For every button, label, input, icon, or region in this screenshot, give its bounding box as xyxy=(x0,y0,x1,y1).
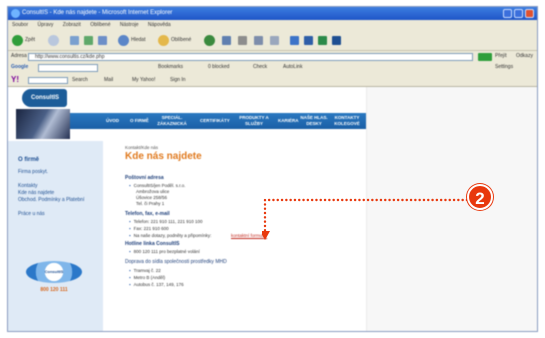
google-toolbar: Google Bookmarks 0 blocked Check AutoLin… xyxy=(8,62,537,73)
sidebar-link-prace[interactable]: Práce u nás xyxy=(18,211,45,217)
nav-produkty[interactable]: PRODUKTY A SLUŽBY xyxy=(236,115,272,127)
minimize-button[interactable] xyxy=(503,9,512,18)
nav-kariera[interactable]: KARIÉRA xyxy=(278,118,299,124)
window-title: ConsultIS - Kde nás najdete - Microsoft … xyxy=(22,10,173,16)
yahoo-search-button[interactable]: Search xyxy=(72,73,88,87)
menu-item-upravy[interactable]: Úpravy xyxy=(38,22,54,28)
yahoo-mail-button[interactable]: Mail xyxy=(104,73,113,87)
messenger-icon[interactable] xyxy=(304,36,313,45)
my-yahoo-button[interactable]: My Yahoo! xyxy=(132,73,155,87)
nav-uvod[interactable]: ÚVOD xyxy=(106,118,119,124)
sidebar-link-kde-nas[interactable]: Kde nás najdete xyxy=(18,190,54,196)
nav-o-firme[interactable]: O FIRMĚ xyxy=(130,118,149,124)
page-title: Kde nás najdete xyxy=(125,151,202,162)
hotline-line: 800 120 111 pro bezplatné volání xyxy=(129,249,200,254)
back-label[interactable]: Zpět xyxy=(25,37,35,43)
hotline-badge[interactable]: ConsultIS xyxy=(26,261,82,283)
sidebar-link-kontakty[interactable]: Kontakty xyxy=(18,183,37,189)
stop-icon[interactable] xyxy=(70,36,79,45)
postal-line: Úšovice 258/56 xyxy=(136,195,168,200)
site-header: ConsultIS ÚVOD O FIRMĚ SPECIÁL. ZÁKAZNIC… xyxy=(8,87,366,139)
nav-certifikaty[interactable]: CERTIFIKÁTY xyxy=(200,118,230,124)
close-button[interactable] xyxy=(525,9,534,18)
ie-icon xyxy=(11,9,20,18)
contact-line: Na naše dotazy, podněty a připomínky: xyxy=(129,233,212,238)
postal-line: ConsultIS/jen Poděl. s.r.o. xyxy=(129,183,186,188)
menu-item-zobrazit[interactable]: Zobrazit xyxy=(63,22,81,28)
back-icon[interactable] xyxy=(12,35,23,46)
hotline-badge-label: ConsultIS xyxy=(44,269,64,274)
maximize-button[interactable] xyxy=(514,9,523,18)
standard-toolbar: Zpět Hledat Oblíbené xyxy=(8,30,537,51)
links-label[interactable]: Odkazy xyxy=(516,51,533,62)
contact-heading: Telefon, fax, e-mail xyxy=(125,211,170,217)
main-content: Kontakt/Kde nás Kde nás najdete Poštovní… xyxy=(103,141,366,331)
transport-line: Metro B (Anděl) xyxy=(129,275,166,280)
bookmarks-button[interactable]: Bookmarks xyxy=(158,62,183,73)
address-bar: Adresa http://www.consultis.cz/kde.php P… xyxy=(8,51,537,62)
sidebar: O firmě Firma poskyt. Kontakty Kde nás n… xyxy=(8,141,103,331)
search-label[interactable]: Hledat xyxy=(131,37,145,43)
header-photo xyxy=(16,109,70,139)
nav-kontakty[interactable]: KONTAKTY KOLEGOVÉ xyxy=(332,115,362,127)
refresh-icon[interactable] xyxy=(84,36,93,45)
google-logo: Google xyxy=(11,64,29,70)
yahoo-logo: Y! xyxy=(11,75,19,84)
postal-line: Tel. či Prahy 1 xyxy=(136,201,165,206)
title-bar: ConsultIS - Kde nás najdete - Microsoft … xyxy=(8,7,537,20)
site-logo[interactable]: ConsultIS xyxy=(22,89,67,107)
menu-item-nastroje[interactable]: Nástroje xyxy=(120,22,139,28)
contact-line: Telefon: 221 910 111, 221 910 100 xyxy=(129,219,203,224)
breadcrumb[interactable]: Kontakt/Kde nás xyxy=(125,145,158,150)
transport-line: Tramvaj č. 22 xyxy=(129,268,161,273)
mail-icon[interactable] xyxy=(238,36,247,45)
menu-item-oblibene[interactable]: Oblíbené xyxy=(90,22,110,28)
yahoo-search-input[interactable] xyxy=(28,77,68,84)
print-icon[interactable] xyxy=(254,36,263,45)
contact-form-link[interactable]: kontaktní formulář xyxy=(231,233,267,238)
hotline-heading: Hotline linka ConsultIS xyxy=(125,241,180,247)
nav-desky[interactable]: NAŠE HLAS. DESKY xyxy=(300,115,328,127)
favorites-icon[interactable] xyxy=(158,35,169,46)
address-label: Adresa xyxy=(11,53,27,59)
menu-item-soubor[interactable]: Soubor xyxy=(12,22,28,28)
sidebar-link-firma[interactable]: Firma poskyt. xyxy=(18,169,48,175)
research-icon[interactable] xyxy=(318,36,327,45)
transport-line: Autobus č. 137, 149, 176 xyxy=(129,282,184,287)
browser-window: ConsultIS - Kde nás najdete - Microsoft … xyxy=(7,6,538,332)
check-button[interactable]: Check xyxy=(253,62,267,73)
discuss-icon[interactable] xyxy=(290,36,299,45)
autolink-button[interactable]: AutoLink xyxy=(283,62,302,73)
yahoo-toolbar: Y! Search Mail My Yahoo! Sign In xyxy=(8,73,537,87)
media-icon[interactable] xyxy=(204,35,215,46)
popup-blocked-button[interactable]: 0 blocked xyxy=(208,62,229,73)
search-icon[interactable] xyxy=(118,35,129,46)
home-icon[interactable] xyxy=(98,36,107,45)
postal-heading: Poštovní adresa xyxy=(125,175,164,181)
go-label[interactable]: Přejít xyxy=(495,51,507,62)
site-nav: ÚVOD O FIRMĚ SPECIÁL. ZÁKAZNICKÁ CERTIFI… xyxy=(70,113,366,129)
transport-heading: Doprava do sídla společnosti prostředky … xyxy=(125,259,227,265)
callout-number-badge: 2 xyxy=(467,184,493,210)
hotline-number: 800 120 111 xyxy=(40,287,68,293)
forward-icon[interactable] xyxy=(48,35,59,46)
go-button[interactable] xyxy=(478,53,492,61)
sidebar-link-podminky[interactable]: Obchod. Podmínky a Platební xyxy=(18,197,88,203)
favorites-label[interactable]: Oblíbené xyxy=(171,37,191,43)
address-input[interactable]: http://www.consultis.cz/kde.php xyxy=(28,53,473,61)
history-icon[interactable] xyxy=(222,36,231,45)
postal-line: Ambrožova ulice xyxy=(136,189,170,194)
sidebar-title: O firmě xyxy=(18,157,40,163)
edit-icon[interactable] xyxy=(270,36,279,45)
nav-specialni[interactable]: SPECIÁL. ZÁKAZNICKÁ xyxy=(154,115,190,127)
menu-bar: Soubor Úpravy Zobrazit Oblíbené Nástroje… xyxy=(8,20,537,30)
windows-icon[interactable] xyxy=(332,36,341,45)
google-search-input[interactable] xyxy=(38,64,98,72)
sign-in-button[interactable]: Sign In xyxy=(170,73,186,87)
right-margin xyxy=(366,87,537,331)
page-content: ConsultIS ÚVOD O FIRMĚ SPECIÁL. ZÁKAZNIC… xyxy=(8,87,537,331)
menu-item-napoveda[interactable]: Nápověda xyxy=(148,22,171,28)
contact-line: Fax: 221 910 600 xyxy=(129,226,169,231)
settings-button[interactable]: Settings xyxy=(495,62,513,73)
